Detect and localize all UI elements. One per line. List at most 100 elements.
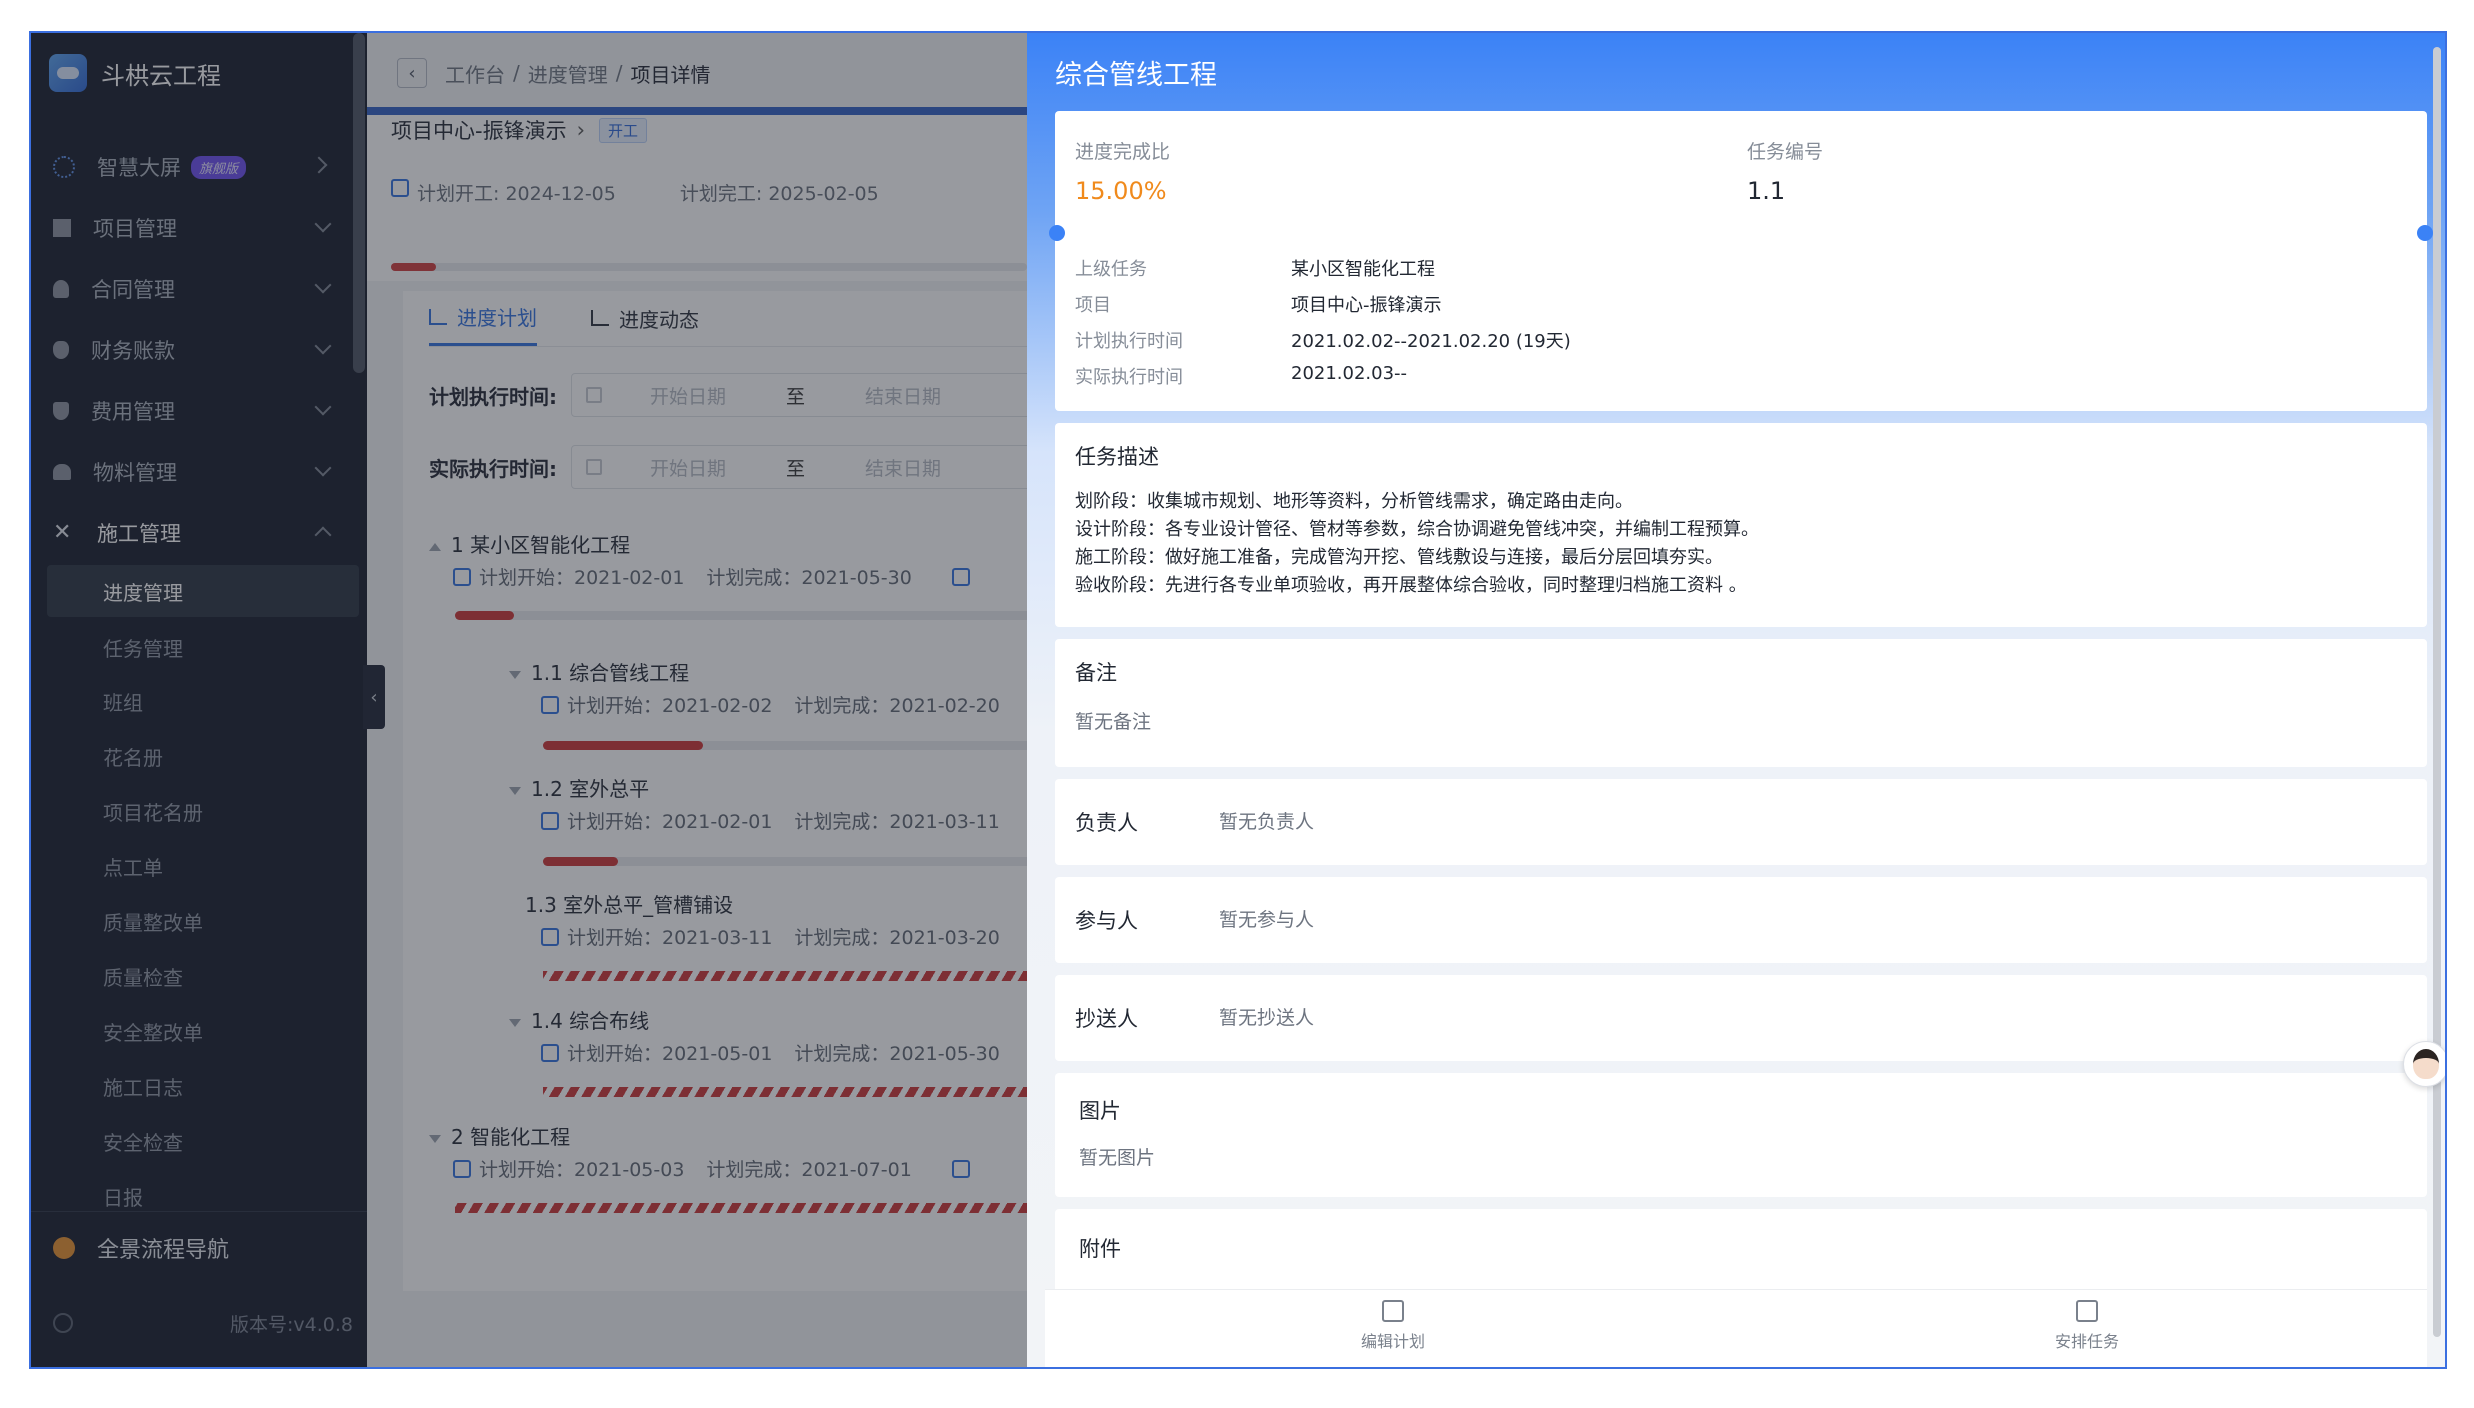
remark-card: 备注 暂无备注 <box>1055 639 2427 767</box>
expand-caret-icon <box>509 1018 521 1027</box>
sub-item-safety-rectify[interactable]: 安全整改单 <box>31 1005 367 1057</box>
sidebar: 斗栱云工程 智慧大屏 旗舰版 项目管理 合同管理 财务账款 费用管理 物料管理 … <box>31 33 367 1367</box>
menu-label: 智慧大屏 <box>97 156 181 180</box>
task-dates: 计划开始：2021-05-01 计划完成：2021-05-30 <box>541 1039 1000 1066</box>
button-label: 安排任务 <box>2054 1332 2119 1351</box>
task-node[interactable]: 1.3 室外总平_管槽铺设 <box>525 889 733 918</box>
sub-item-quality-check[interactable]: 质量检查 <box>31 950 367 1002</box>
sub-item-progress[interactable]: 进度管理 <box>47 565 359 617</box>
progress-fill <box>391 263 436 271</box>
field-label: 上级任务 <box>1075 259 1147 280</box>
plan-time-filter: 计划执行时间: 开始日期 至 结束日期 <box>429 373 1027 417</box>
menu-label: 财务账款 <box>91 339 175 363</box>
chevron-down-icon <box>314 276 332 294</box>
menu-label: 合同管理 <box>91 278 175 302</box>
field-label: 计划执行时间 <box>1075 331 1183 352</box>
task-detail-drawer: 综合管线工程 进度完成比 15.00% 任务编号 1.1 上级任务 某小区智能化… <box>1027 33 2445 1367</box>
project-row[interactable]: 项目中心-振锋演示 › 开工 <box>391 115 647 145</box>
menu-item-dashboard[interactable]: 智慧大屏 旗舰版 <box>31 139 367 195</box>
task-node[interactable]: 1.2 室外总平 <box>509 773 649 802</box>
menu-item-construction[interactable]: ✕ 施工管理 <box>31 505 367 561</box>
settings-icon[interactable] <box>53 1313 73 1333</box>
chevron-down-icon <box>314 215 332 233</box>
plan-start: 计划开工: 2024-12-05 <box>417 183 616 205</box>
description-line: 验收阶段：先进行各专业单项验收，再开展整体综合验收，同时整理归档施工资料 。 <box>1075 575 1747 596</box>
assign-task-button[interactable]: 安排任务 <box>2017 1300 2157 1358</box>
cc-card[interactable]: 抄送人 暂无抄送人 <box>1055 975 2427 1061</box>
menu-item-material[interactable]: 物料管理 <box>31 444 367 500</box>
sub-item-task[interactable]: 任务管理 <box>31 621 367 673</box>
task-plan-end: 计划完成：2021-03-20 <box>794 927 1000 949</box>
task-title: 1 某小区智能化工程 <box>451 533 631 557</box>
task-node[interactable]: 1 某小区智能化工程 <box>429 529 630 558</box>
progress-value: 15.00% <box>1075 177 1167 205</box>
calendar-icon <box>453 567 471 586</box>
field-label: 项目 <box>1075 295 1111 316</box>
calendar-icon <box>453 1159 471 1178</box>
sub-item-roster[interactable]: 花名册 <box>31 730 367 782</box>
end-placeholder: 结束日期 <box>865 385 942 408</box>
breadcrumb-item-progress[interactable]: 进度管理 <box>528 59 608 88</box>
menu-item-finance[interactable]: 财务账款 <box>31 322 367 378</box>
task-plan-end: 计划完成：2021-05-30 <box>706 567 912 589</box>
task-node[interactable]: 1.1 综合管线工程 <box>509 657 689 686</box>
calendar-icon <box>541 1043 559 1062</box>
edit-plan-button[interactable]: 编辑计划 <box>1323 1300 1463 1358</box>
sub-item-quality-rectify[interactable]: 质量整改单 <box>31 895 367 947</box>
back-button[interactable]: ‹ <box>397 58 427 88</box>
status-tag: 开工 <box>598 117 647 143</box>
sub-item-project-roster[interactable]: 项目花名册 <box>31 785 367 837</box>
version-label: 版本号:v4.0.8 <box>230 1313 353 1336</box>
task-node[interactable]: 1.4 综合布线 <box>509 1005 649 1034</box>
plan-date-range-input[interactable]: 开始日期 至 结束日期 <box>571 373 1027 417</box>
sidebar-scrollbar[interactable] <box>353 33 365 373</box>
menu-item-project[interactable]: 项目管理 <box>31 200 367 256</box>
task-title: 1.3 室外总平_管槽铺设 <box>525 893 734 917</box>
actual-date-range-input[interactable]: 开始日期 至 结束日期 <box>571 445 1027 489</box>
chevron-up-icon <box>314 526 332 544</box>
bar-chart-icon <box>591 310 609 326</box>
flow-navigation-link[interactable]: 全景流程导航 <box>53 1223 229 1273</box>
task-dates: 计划开始：2021-03-11 计划完成：2021-03-20 <box>541 923 1000 950</box>
sub-item-construction-log[interactable]: 施工日志 <box>31 1060 367 1112</box>
menu-item-contract[interactable]: 合同管理 <box>31 261 367 317</box>
sub-item-team[interactable]: 班组 <box>31 675 367 727</box>
drawer-scrollbar[interactable] <box>2433 47 2441 1337</box>
task-node[interactable]: 2 智能化工程 <box>429 1121 570 1150</box>
owner-card[interactable]: 负责人 暂无负责人 <box>1055 779 2427 865</box>
range-separator: 至 <box>786 385 806 408</box>
assign-task-icon <box>2076 1300 2098 1322</box>
sub-item-daily-report[interactable]: 日报 <box>31 1170 367 1222</box>
chevron-left-icon: ‹ <box>408 62 416 84</box>
image-value: 暂无图片 <box>1079 1147 1156 1169</box>
progress-fill <box>543 857 618 866</box>
description-card: 任务描述 划阶段：收集城市规划、地形等资料，分析管线需求，确定路由走向。 设计阶… <box>1055 423 2427 627</box>
expand-caret-icon <box>509 670 521 679</box>
sub-item-work-order[interactable]: 点工单 <box>31 840 367 892</box>
chevron-down-icon <box>314 398 332 416</box>
task-plan-start: 计划开始：2021-03-11 <box>567 927 773 949</box>
progress-fill <box>543 741 703 750</box>
calendar-icon <box>391 179 409 197</box>
breadcrumb-item-workbench[interactable]: 工作台 <box>445 59 505 88</box>
brand-name: 斗栱云工程 <box>101 61 221 90</box>
calendar-icon <box>951 1159 970 1178</box>
task-plan-end: 计划完成：2021-03-11 <box>794 811 1000 833</box>
menu-item-expense[interactable]: 费用管理 <box>31 383 367 439</box>
task-dates: 计划开始：2021-02-02 计划完成：2021-02-20 <box>541 691 1000 718</box>
participant-card[interactable]: 参与人 暂无参与人 <box>1055 877 2427 963</box>
description-line: 划阶段：收集城市规划、地形等资料，分析管线需求，确定路由走向。 <box>1075 491 1633 512</box>
task-plan-start: 计划开始：2021-02-02 <box>567 695 773 717</box>
sidebar-collapse-button[interactable]: ‹ <box>363 665 385 729</box>
project-plan-dates: 计划开工: 2024-12-05 计划完工: 2025-02-05 <box>391 179 1027 206</box>
drawer-title: 综合管线工程 <box>1055 60 1217 91</box>
task-no-label: 任务编号 <box>1747 141 1824 163</box>
progress-label: 进度完成比 <box>1075 141 1171 163</box>
task-plan-end: 计划完成：2021-05-30 <box>794 1043 1000 1065</box>
sub-item-safety-check[interactable]: 安全检查 <box>31 1115 367 1167</box>
calendar-icon <box>541 927 559 946</box>
brand[interactable]: 斗栱云工程 <box>49 51 221 95</box>
tab-progress-dynamic[interactable]: 进度动态 <box>591 290 699 346</box>
support-avatar-button[interactable] <box>2403 1041 2445 1087</box>
tab-progress-plan[interactable]: 进度计划 <box>429 290 537 346</box>
